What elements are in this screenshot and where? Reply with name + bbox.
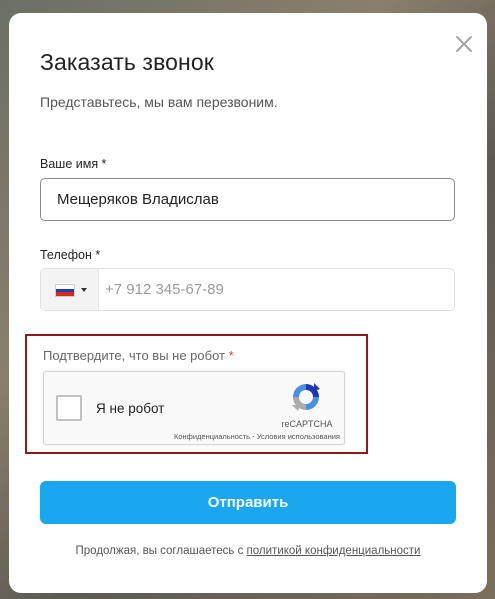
required-mark: * bbox=[228, 348, 234, 363]
recaptcha-terms-link[interactable]: Условия использования bbox=[257, 432, 340, 441]
recaptcha-links-separator: - bbox=[252, 432, 255, 441]
russia-flag-icon bbox=[55, 284, 75, 297]
recaptcha-brand: reCAPTCHA bbox=[281, 419, 333, 429]
recaptcha-checkbox[interactable] bbox=[56, 395, 82, 421]
privacy-notice-text: Продолжая, вы соглашаетесь с bbox=[75, 545, 247, 557]
caret-down-icon bbox=[81, 288, 87, 292]
recaptcha-checkbox-label: Я не робот bbox=[96, 401, 165, 416]
phone-field bbox=[40, 268, 461, 311]
phone-label: Телефон * bbox=[40, 248, 101, 262]
privacy-notice: Продолжая, вы соглашаетесь с политикой к… bbox=[9, 545, 487, 557]
name-input[interactable] bbox=[40, 178, 455, 221]
recaptcha-links: Конфиденциальность - Условия использован… bbox=[44, 432, 340, 441]
captcha-label: Подтвердите, что вы не робот * bbox=[43, 348, 234, 363]
modal-subtitle: Представьтесь, мы вам перезвоним. bbox=[40, 94, 278, 110]
recaptcha-privacy-link[interactable]: Конфиденциальность bbox=[174, 432, 250, 441]
recaptcha-logo-icon bbox=[292, 383, 320, 411]
phone-input[interactable] bbox=[99, 269, 461, 310]
submit-button[interactable]: Отправить bbox=[40, 481, 456, 524]
callback-modal: Заказать звонок Представьтесь, мы вам пе… bbox=[9, 13, 487, 593]
privacy-policy-link[interactable]: политикой конфиденциальности bbox=[247, 545, 421, 557]
captcha-section: Подтвердите, что вы не робот * Я не робо… bbox=[25, 334, 368, 454]
captcha-label-text: Подтвердите, что вы не робот bbox=[43, 348, 225, 363]
country-selector[interactable] bbox=[41, 269, 99, 310]
close-icon[interactable] bbox=[452, 32, 476, 56]
modal-title: Заказать звонок bbox=[40, 49, 214, 75]
name-label: Ваше имя * bbox=[40, 157, 107, 171]
recaptcha-widget: Я не робот reCAPTCHA Конфиденциальность … bbox=[43, 371, 345, 445]
